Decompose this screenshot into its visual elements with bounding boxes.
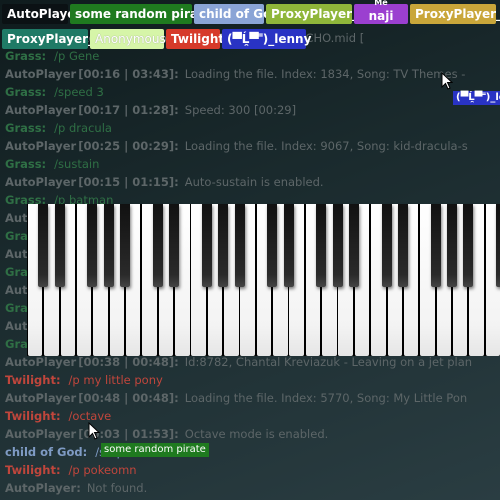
chat-text: Octave mode is enabled.	[184, 427, 329, 441]
chat-timestamp: [00:25 | 00:29]:	[78, 139, 179, 153]
player-badge[interactable]: child of God	[194, 4, 280, 24]
piano-keyboard[interactable]	[27, 204, 500, 356]
black-key[interactable]	[463, 204, 474, 287]
chat-author: AutoPlayer	[5, 139, 77, 153]
black-key[interactable]	[447, 204, 458, 287]
black-key[interactable]	[398, 204, 409, 287]
chat-message: AutoPlayer [00:17 | 01:28]: Speed: 300 [00…	[5, 101, 500, 119]
chat-timestamp: [00:17 | 01:28]:	[78, 103, 179, 117]
chat-timestamp: [00:15 | 01:15]:	[78, 175, 179, 189]
player-name: Twilight	[171, 32, 225, 46]
player-cursor-label-pirate: some random pirate	[101, 443, 209, 457]
black-key[interactable]	[103, 204, 114, 287]
chat-text: /sustain	[54, 157, 100, 171]
chat-message: Grass: /sustain	[5, 155, 500, 173]
me-indicator: Me	[374, 0, 388, 7]
black-key[interactable]	[332, 204, 343, 287]
player-badge[interactable]: ProxyPlayer_2	[2, 29, 102, 49]
chat-timestamp: [00:38 | 00:48]:	[78, 355, 179, 369]
player-badge[interactable]: ProxyPlayer_4	[266, 4, 366, 24]
chat-author: AutoPlayer	[5, 427, 77, 441]
mouse-cursor-icon	[88, 422, 100, 440]
black-key[interactable]	[381, 204, 392, 287]
chat-message: child of God:/stop	[5, 443, 500, 461]
black-key[interactable]	[87, 204, 98, 287]
chat-author: Grass:	[5, 85, 47, 99]
chat-message: Twilight: /p pokeomn	[5, 461, 500, 479]
chat-timestamp: [00:16 | 03:43]:	[78, 67, 179, 81]
chat-author: AutoPlayer:	[5, 481, 81, 495]
chat-author: Grass:	[5, 121, 47, 135]
chat-message: AutoPlayer [00:25 | 00:29]: Loading the fi…	[5, 137, 500, 155]
player-list: AutoPlayer some random pirate child of God…	[0, 0, 500, 52]
player-badge[interactable]: some random pirate	[70, 4, 212, 24]
chat-author: AutoPlayer	[5, 67, 77, 81]
player-badge[interactable]: Twilight	[166, 29, 224, 49]
chat-message: Grass: /p dracula	[5, 119, 500, 137]
chat-message: Grass: /speed 3	[5, 83, 500, 101]
chat-text: Loading the file. Index: 5770, Song: My …	[184, 391, 468, 405]
chat-text: Id:8782, Chantal Kreviazuk - Leaving on …	[184, 355, 473, 369]
black-key[interactable]	[430, 204, 441, 287]
chat-text: /p dracula	[54, 121, 112, 135]
chat-author: Twilight:	[5, 409, 61, 423]
black-key[interactable]	[267, 204, 278, 287]
chat-text: /octave	[68, 409, 112, 423]
black-key[interactable]	[316, 204, 327, 287]
black-key[interactable]	[38, 204, 49, 287]
chat-author: child of God:	[5, 445, 88, 459]
player-name: ProxyPlayer_4	[271, 7, 367, 21]
chat-message: AutoPlayer [00:15 | 01:15]: Auto-sustain i…	[5, 173, 500, 191]
chat-text: /p pokeomn	[68, 463, 137, 477]
black-key[interactable]	[234, 204, 245, 287]
player-name: (▀̿Ĺ̯▀̿ ̿)_lenny	[227, 32, 312, 46]
player-name: Anonymous	[95, 32, 166, 46]
black-key[interactable]	[201, 204, 212, 287]
player-name: some random pirate	[75, 7, 212, 21]
chat-text: Not found.	[86, 481, 148, 495]
black-key[interactable]	[283, 204, 294, 287]
chat-text: Auto-sustain is enabled.	[184, 175, 324, 189]
chat-author: AutoPlayer	[5, 355, 77, 369]
chat-message: Twilight: /octave	[5, 407, 500, 425]
chat-text: Loading the file. Index: 1834, Song: TV …	[184, 67, 466, 81]
player-name: ProxyPlayer_2	[7, 32, 103, 46]
player-name: naji	[368, 9, 394, 23]
chat-timestamp: [00:48 | 00:48]:	[78, 391, 179, 405]
chat-message: AutoPlayer [00:03 | 01:53]: Octave mode is…	[5, 425, 500, 443]
player-cursor-label-lenny: (▀̿Ĺ̯▀̿ ̿)_le	[453, 91, 500, 105]
chat-author: Grass:	[5, 157, 47, 171]
player-badge[interactable]: Me naji	[354, 0, 408, 24]
chat-message: AutoPlayer [00:48 | 00:48]: Loading the fi…	[5, 389, 500, 407]
black-key[interactable]	[54, 204, 65, 287]
player-badge[interactable]: AutoPlayer	[2, 4, 81, 24]
player-badge[interactable]: ProxyPlayer_3	[410, 4, 500, 24]
player-name: ProxyPlayer_3	[415, 7, 500, 21]
player-badge[interactable]: (▀̿Ĺ̯▀̿ ̿)_lenny	[222, 29, 311, 49]
black-key[interactable]	[120, 204, 131, 287]
chat-message: AutoPlayer [00:16 | 03:43]: Loading the fi…	[5, 65, 500, 83]
mouse-cursor-icon	[441, 72, 453, 90]
black-key[interactable]	[349, 204, 359, 287]
chat-author: AutoPlayer	[5, 175, 77, 189]
black-key[interactable]	[218, 204, 229, 287]
chat-text: /p my little pony	[68, 373, 163, 387]
chat-message: Twilight: /p my little pony	[5, 371, 500, 389]
chat-author: AutoPlayer	[5, 391, 77, 405]
black-key[interactable]	[496, 204, 500, 287]
chat-message: AutoPlayer: Not found.	[5, 479, 500, 497]
player-badge[interactable]: Anonymous	[90, 29, 166, 49]
chat-text: /speed 3	[54, 85, 104, 99]
chat-author: Twilight:	[5, 373, 61, 387]
chat-text: Speed: 300 [00:29]	[184, 103, 297, 117]
chat-text: Loading the file. Index: 9067, Song: kid…	[184, 139, 468, 153]
chat-author: AutoPlayer	[5, 103, 77, 117]
black-key[interactable]	[152, 204, 163, 287]
chat-author: Twilight:	[5, 463, 61, 477]
black-key[interactable]	[169, 204, 180, 287]
